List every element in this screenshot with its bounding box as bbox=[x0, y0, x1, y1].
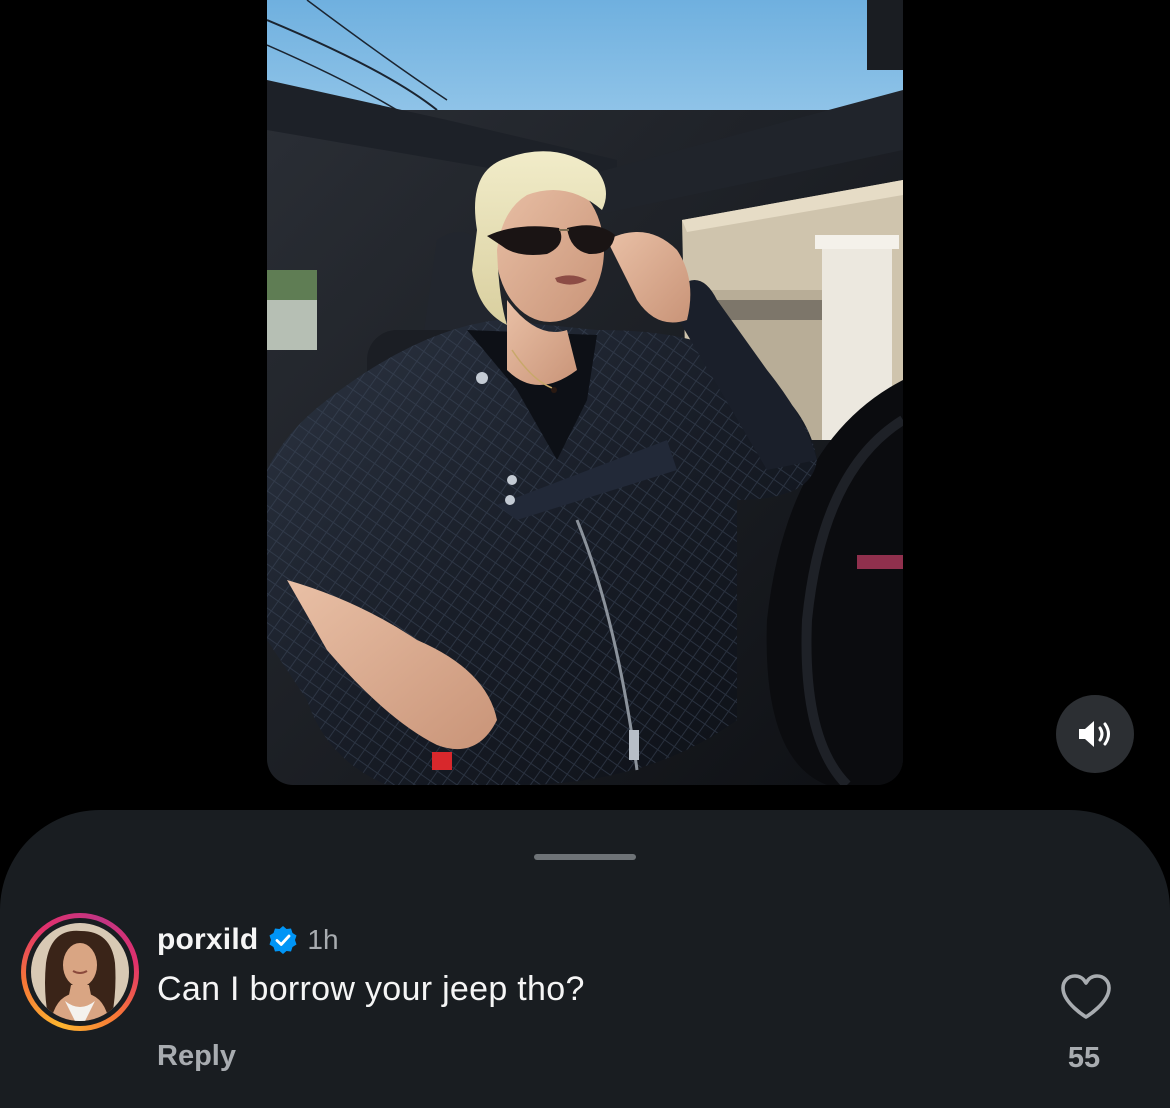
comment-header: porxild 1h bbox=[157, 920, 339, 960]
avatar[interactable] bbox=[31, 923, 129, 1021]
video-frame[interactable] bbox=[267, 0, 903, 785]
video-still bbox=[267, 0, 903, 785]
heart-outline-icon bbox=[1061, 974, 1111, 1019]
comment-username[interactable]: porxild bbox=[157, 923, 258, 957]
verified-badge-icon bbox=[269, 926, 297, 954]
like-count: 55 bbox=[1067, 1042, 1101, 1074]
sound-toggle-button[interactable] bbox=[1056, 695, 1134, 773]
like-button[interactable] bbox=[1058, 972, 1114, 1022]
comment-time: 1h bbox=[307, 924, 339, 955]
sheet-grabber[interactable] bbox=[534, 854, 636, 860]
comment-text: Can I borrow your jeep tho? bbox=[157, 970, 585, 1008]
speaker-icon bbox=[1079, 721, 1110, 747]
avatar-image bbox=[31, 923, 129, 1021]
comments-sheet: porxild 1h Can I borrow your jeep tho? R… bbox=[0, 810, 1170, 1108]
reply-button[interactable]: Reply bbox=[157, 1040, 236, 1073]
story-ring[interactable] bbox=[21, 913, 139, 1031]
